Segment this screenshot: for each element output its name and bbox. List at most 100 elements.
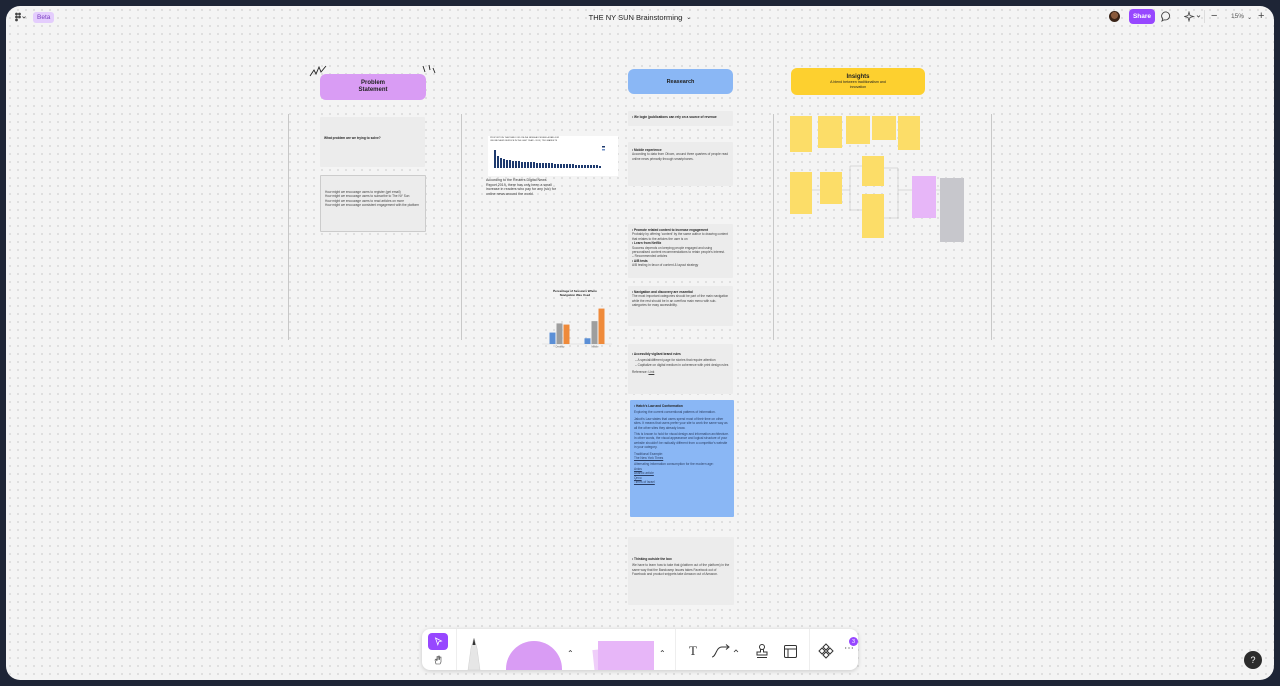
sticky-note[interactable] [872, 116, 896, 140]
hmw-item: How might we encourage consistent engage… [325, 203, 420, 208]
file-title[interactable]: THE NY SUN Brainstorming [589, 13, 683, 22]
pen-tool[interactable] [464, 635, 484, 670]
hmw-card[interactable]: How might we encourage users to register… [320, 175, 426, 232]
doodle-lines-icon [422, 64, 436, 74]
stamp-icon [756, 644, 768, 658]
cursor-icon [434, 637, 443, 646]
sticky-note[interactable] [862, 194, 884, 238]
research-card-title: Hatch's Law and Conformation [636, 404, 683, 408]
research-card-highlight[interactable]: • Hatch's Law and Conformation Exploring… [630, 400, 734, 517]
problem-statement-header[interactable]: Problem Statement [320, 74, 426, 100]
research-card[interactable]: • Promote related content to increase en… [628, 224, 733, 278]
divider [675, 629, 676, 670]
connector-icon [711, 644, 739, 658]
navigation-chart[interactable]: Percentage of Sessions Where Navigation … [536, 289, 616, 352]
chevron-up-icon[interactable]: ⌃ [567, 649, 574, 658]
research-header[interactable]: Reasearch [628, 69, 733, 94]
sticky-stack-front [598, 641, 654, 670]
research-card-text: Success depends on keeping people engage… [632, 245, 725, 255]
reuters-chart-title: PROPORTION THAT PAID FOR ONLINE NEWS/ACC… [490, 137, 560, 142]
sticky-note[interactable] [790, 116, 812, 152]
zoom-level[interactable]: 15% [1231, 13, 1244, 20]
problem-question-card[interactable]: What problem are we trying to solve? [320, 117, 425, 167]
comment-icon[interactable] [1161, 11, 1172, 22]
research-card-text: Jakob's Law states that users spend most… [634, 416, 728, 430]
section-divider [461, 114, 462, 340]
divider [1204, 10, 1205, 23]
sticky-note[interactable] [820, 172, 842, 204]
section-icon [783, 644, 797, 658]
chevron-down-icon[interactable]: ⌄ [686, 14, 691, 21]
insights-header[interactable]: Insights A blend between traditionalism … [791, 68, 925, 95]
zoom-in-button[interactable]: + [1258, 10, 1264, 22]
research-card-text: Reference: [632, 370, 648, 375]
ai-sparkle-icon[interactable] [1184, 11, 1202, 22]
share-button[interactable]: Share [1129, 9, 1155, 24]
sticky-note[interactable] [790, 172, 812, 214]
section-divider [288, 114, 289, 340]
research-link[interactable]: Qnvo [634, 476, 642, 480]
research-card-title: Mobile experience [634, 148, 662, 152]
research-card-text: Probably by offering 'content' by the sa… [632, 232, 728, 241]
research-card-text: A/B testing in favor of content & layout… [632, 263, 699, 268]
connector-tool[interactable] [710, 643, 740, 659]
sticky-note-purple[interactable] [912, 176, 936, 218]
reuters-quote: According to the Reuters Digital News Re… [486, 178, 556, 196]
sticky-note[interactable] [818, 116, 842, 148]
divider [456, 629, 457, 670]
reuters-bars [494, 146, 605, 168]
research-card[interactable]: • Mobile experience According to data fr… [628, 142, 733, 186]
section-tool[interactable] [782, 643, 798, 659]
reuters-chart-image[interactable]: PROPORTION THAT PAID FOR ONLINE NEWS/ACC… [488, 136, 618, 176]
help-button[interactable]: ? [1244, 651, 1262, 669]
research-card-text: Recommended articles [634, 254, 668, 259]
research-card-title: Accessibly vigilant brand rules [633, 352, 681, 356]
research-link[interactable]: The New York Times [634, 456, 663, 460]
x-tick-label: Desktop [556, 346, 565, 349]
notification-badge: 3 [849, 637, 858, 646]
top-bar: Beta THE NY SUN Brainstorming ⌄ Share − … [6, 6, 1274, 28]
chart-bar [591, 321, 598, 344]
research-card[interactable]: • Thinking outside the box We have to le… [628, 537, 734, 605]
research-card-title: Thinking outside the box [634, 557, 672, 561]
research-card[interactable]: • Navigation and discovery are essential… [628, 286, 733, 326]
research-link[interactable]: Times of Israel [634, 480, 655, 484]
problem-question: What problem are we trying to solve? [324, 136, 381, 140]
research-card-title: Learn from Netflix [634, 241, 662, 246]
shape-tool[interactable] [506, 641, 562, 670]
research-card-text: According to data from Ofcom, around thr… [632, 152, 729, 161]
file-title-group[interactable]: THE NY SUN Brainstorming ⌄ [6, 13, 1274, 22]
sticky-note-tool[interactable] [592, 639, 654, 670]
app-window: Beta THE NY SUN Brainstorming ⌄ Share − … [6, 6, 1274, 680]
divider [809, 629, 810, 670]
navigation-chart-plot: Desktop Mobile [542, 308, 612, 349]
text-tool[interactable]: T [684, 643, 702, 659]
research-card-title: A/B tests [633, 258, 648, 263]
zoom-chevron-icon[interactable]: ⌄ [1247, 14, 1252, 21]
research-card-text: This is known to hold for visual design … [634, 432, 729, 450]
research-link[interactable]: Axios [634, 467, 642, 471]
chevron-up-icon[interactable]: ⌃ [659, 649, 666, 658]
doodle-burst-icon [309, 65, 327, 77]
reference-link[interactable]: Link [648, 370, 654, 374]
x-tick-label: Mobile [591, 346, 599, 349]
sticky-note[interactable] [862, 156, 884, 186]
sticky-note-gray[interactable] [940, 178, 964, 242]
sticky-note[interactable] [846, 116, 870, 144]
sticky-note[interactable] [898, 116, 920, 150]
research-card[interactable]: • We login (publications can rely on a s… [628, 111, 733, 126]
chart-bar [549, 332, 556, 344]
select-tool[interactable] [428, 633, 448, 650]
zoom-out-button[interactable]: − [1211, 10, 1217, 22]
insights-subtitle: A blend between traditionalism and innov… [830, 80, 886, 89]
hand-tool[interactable] [431, 654, 445, 666]
widgets-tool[interactable] [818, 643, 834, 659]
section-divider [991, 114, 992, 340]
research-title: Reasearch [666, 78, 695, 85]
chart-bar [598, 308, 605, 344]
research-link[interactable]: Atlantic article [634, 471, 654, 475]
stamp-tool[interactable] [754, 643, 770, 659]
research-card[interactable]: • Accessibly vigilant brand rules – A sp… [628, 344, 733, 394]
avatar[interactable] [1109, 11, 1120, 22]
research-card-text: Capitalize on digital medium in coherenc… [637, 362, 729, 367]
